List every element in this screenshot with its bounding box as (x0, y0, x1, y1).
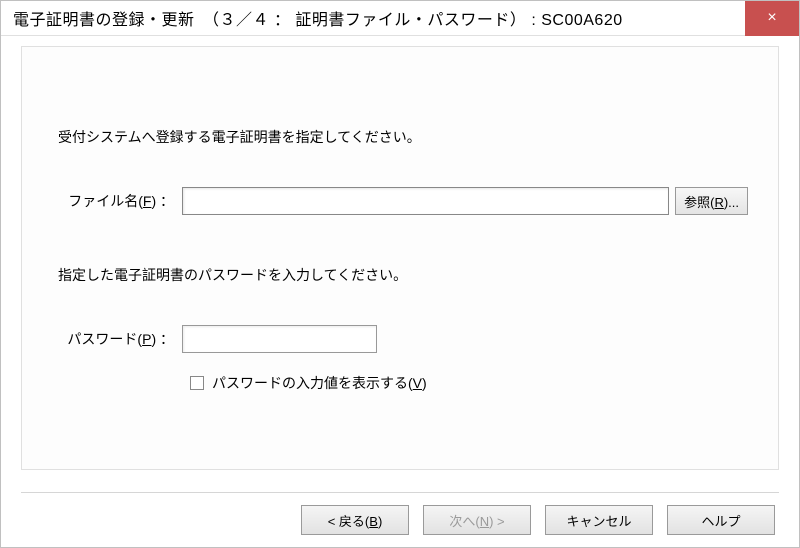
close-button[interactable]: × (745, 1, 799, 36)
close-icon: × (767, 9, 776, 27)
cancel-button[interactable]: キャンセル (545, 505, 653, 535)
show-password-checkbox[interactable] (190, 376, 204, 390)
password-label: パスワード(P) ： (52, 329, 182, 349)
browse-button[interactable]: 参照(R)... (675, 187, 748, 215)
titlebar: 電子証明書の登録・更新 （３／４ ： 証明書ファイル・パスワード） : SC00… (1, 1, 799, 36)
filename-input[interactable] (182, 187, 669, 215)
password-instruction: 指定した電子証明書のパスワードを入力してください。 (58, 265, 748, 285)
file-label: ファイル名(F) ： (52, 191, 182, 211)
button-bar: < 戻る(B) 次へ(N) > キャンセル ヘルプ (21, 505, 779, 547)
window-title: 電子証明書の登録・更新 （３／４ ： 証明書ファイル・パスワード） : SC00… (13, 6, 623, 30)
next-button: 次へ(N) > (423, 505, 531, 535)
file-instruction: 受付システムへ登録する電子証明書を指定してください。 (58, 127, 748, 147)
show-password-row[interactable]: パスワードの入力値を表示する(V) (190, 373, 748, 393)
form-panel: 受付システムへ登録する電子証明書を指定してください。 ファイル名(F) ： 参照… (21, 46, 779, 470)
file-row: ファイル名(F) ： 参照(R)... (52, 187, 748, 215)
divider (21, 492, 779, 493)
show-password-label: パスワードの入力値を表示する(V) (212, 373, 427, 393)
content-area: 受付システムへ登録する電子証明書を指定してください。 ファイル名(F) ： 参照… (1, 36, 799, 547)
password-row: パスワード(P) ： (52, 325, 748, 353)
back-button[interactable]: < 戻る(B) (301, 505, 409, 535)
password-input[interactable] (182, 325, 377, 353)
dialog-window: 電子証明書の登録・更新 （３／４ ： 証明書ファイル・パスワード） : SC00… (0, 0, 800, 548)
help-button[interactable]: ヘルプ (667, 505, 775, 535)
